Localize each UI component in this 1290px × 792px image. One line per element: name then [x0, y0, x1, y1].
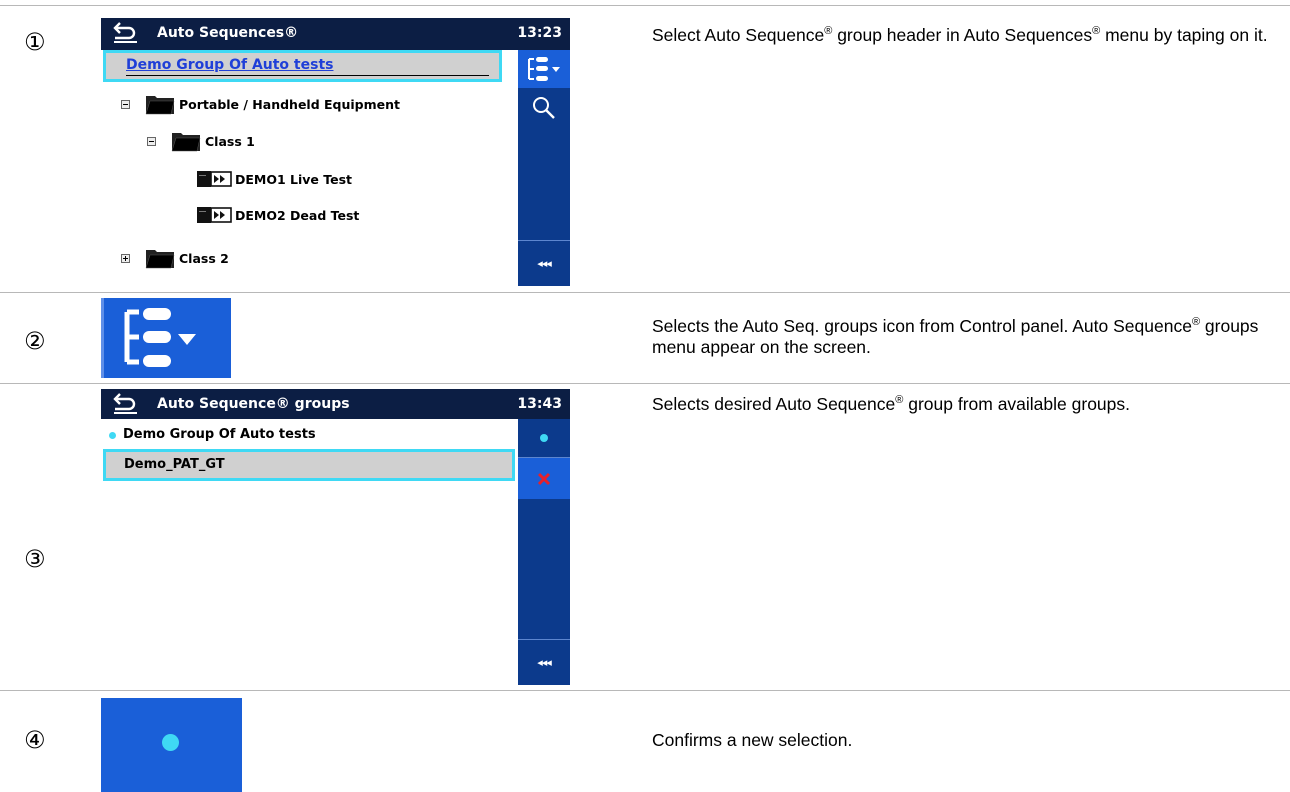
tree-groups-icon: [528, 57, 560, 81]
folder-icon: [145, 96, 175, 115]
clock: 13:23: [517, 25, 562, 41]
dot-icon: [540, 434, 548, 442]
divider: [0, 690, 1290, 691]
control-panel: ◂◂◂: [518, 50, 570, 286]
auto-sequence-groups-screen: Auto Sequence® groups 13:43 Demo Group O…: [101, 389, 570, 685]
tree-label: Class 2: [179, 251, 229, 266]
step-number: ②: [24, 327, 46, 355]
title-bar: Auto Sequence® groups 13:43: [101, 389, 570, 419]
search-button[interactable]: [518, 88, 570, 128]
auto-seq-groups-button[interactable]: [518, 50, 570, 88]
step-description: Select Auto Sequence® group header in Au…: [652, 25, 1268, 45]
folder-icon: [145, 250, 175, 269]
delete-group-button[interactable]: [518, 458, 570, 499]
group-label: Demo_PAT_GT: [124, 457, 225, 472]
back-arrow-icon[interactable]: [111, 390, 139, 416]
step-number: ④: [24, 726, 46, 754]
search-icon: [533, 97, 555, 119]
step-description: Selects desired Auto Sequence® group fro…: [652, 394, 1130, 414]
step-number: ③: [24, 545, 46, 573]
step-number: ①: [24, 28, 46, 56]
select-group-button[interactable]: [518, 419, 570, 458]
dot-icon: [162, 734, 179, 751]
auto-sequence-icon: [197, 171, 232, 187]
clock: 13:43: [517, 396, 562, 412]
step-description: Selects the Auto Seq. groups icon from C…: [652, 316, 1259, 357]
group-header-selected[interactable]: Demo Group Of Auto tests: [103, 50, 502, 82]
tree-label: Class 1: [205, 134, 255, 149]
active-dot-icon: [109, 432, 116, 439]
divider: [0, 5, 1290, 6]
tree-label: Portable / Handheld Equipment: [179, 97, 401, 112]
screen-title: Auto Sequence® groups: [157, 396, 350, 412]
collapse-panel-button[interactable]: ◂◂◂: [518, 639, 570, 685]
panel-edge: [101, 298, 104, 378]
tree-label: DEMO2 Dead Test: [235, 208, 360, 223]
auto-sequence-icon: [197, 207, 232, 223]
group-header-label: Demo Group Of Auto tests: [126, 57, 334, 73]
group-label: Demo Group Of Auto tests: [123, 427, 316, 442]
collapse-icon[interactable]: [147, 137, 156, 146]
collapse-icon[interactable]: [121, 100, 130, 109]
control-panel: ◂◂◂: [518, 419, 570, 685]
divider: [0, 383, 1290, 384]
step-description: Confirms a new selection.: [652, 730, 853, 750]
auto-seq-groups-button[interactable]: [101, 298, 231, 378]
back-arrow-icon[interactable]: [111, 19, 139, 45]
tree-label: DEMO1 Live Test: [235, 172, 353, 187]
expand-icon[interactable]: [121, 254, 130, 263]
confirm-selection-button[interactable]: [101, 698, 242, 792]
folder-icon: [171, 133, 201, 152]
title-bar: Auto Sequences® 13:23: [101, 18, 570, 50]
group-item-selected[interactable]: Demo_PAT_GT: [103, 449, 515, 481]
delete-icon: [537, 472, 551, 485]
screen-title: Auto Sequences®: [157, 25, 299, 41]
tree-groups-icon: [124, 308, 196, 367]
auto-sequences-screen: Auto Sequences® 13:23 Demo Group Of Auto…: [101, 18, 570, 286]
collapse-panel-button[interactable]: ◂◂◂: [518, 240, 570, 286]
header-underline: [126, 75, 489, 76]
divider: [0, 292, 1290, 293]
